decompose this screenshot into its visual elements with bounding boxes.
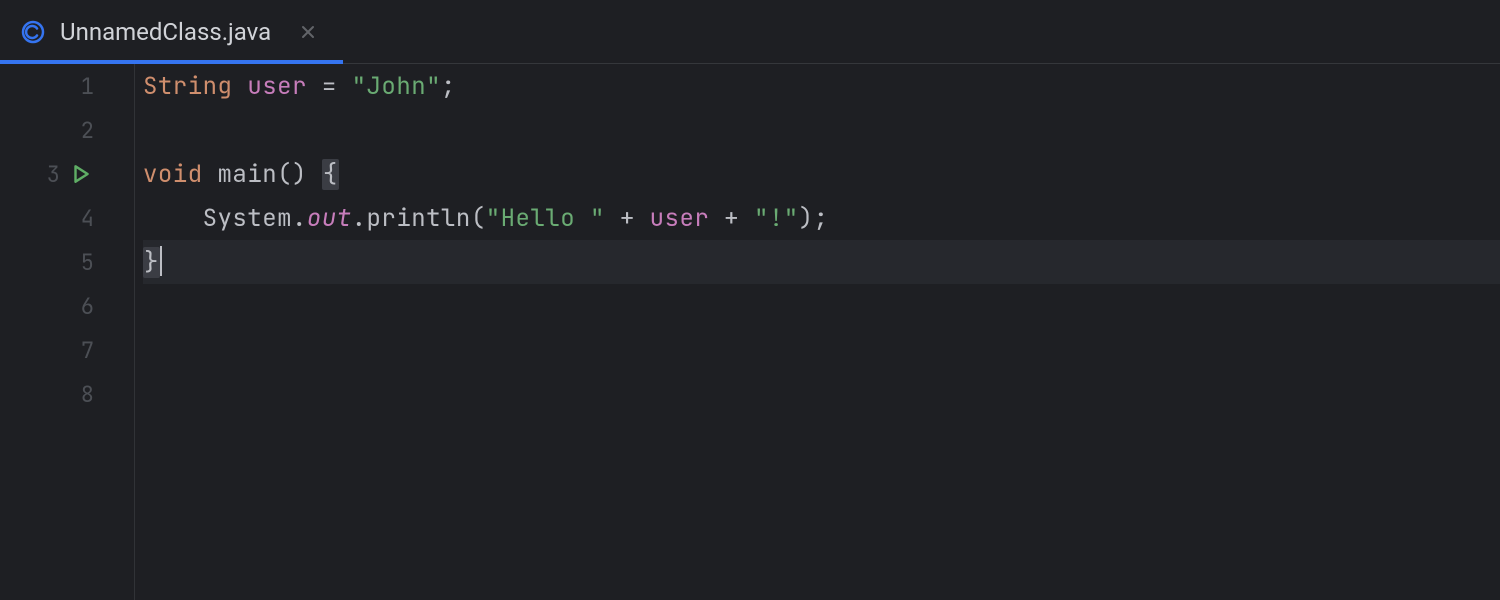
code-line[interactable]: System.out.println("Hello " + user + "!"… (143, 196, 1500, 240)
code-line[interactable]: String user = "John"; (143, 64, 1500, 108)
class-file-icon (20, 19, 46, 45)
code-line[interactable] (143, 108, 1500, 152)
line-number: 5 (0, 240, 134, 284)
line-number: 2 (0, 108, 134, 152)
code-line[interactable] (143, 372, 1500, 416)
line-number: 8 (0, 372, 134, 416)
code-line[interactable] (143, 284, 1500, 328)
text-cursor (160, 246, 162, 276)
code-line[interactable] (143, 328, 1500, 372)
line-number: 7 (0, 328, 134, 372)
tab-title: UnnamedClass.java (60, 18, 271, 46)
line-number: 3 (0, 152, 134, 196)
tab-unnamedclass[interactable]: UnnamedClass.java (0, 0, 343, 63)
run-gutter-icon[interactable] (70, 163, 92, 185)
line-number: 6 (0, 284, 134, 328)
code-line[interactable]: } (143, 240, 1500, 284)
gutter: 1 2 3 4 5 6 7 8 (0, 64, 135, 600)
tab-bar: UnnamedClass.java (0, 0, 1500, 64)
line-number: 4 (0, 196, 134, 240)
code-editor[interactable]: 1 2 3 4 5 6 7 8 String user = "John"; vo… (0, 64, 1500, 600)
close-icon[interactable] (295, 19, 321, 45)
code-line[interactable]: void main() { (143, 152, 1500, 196)
code-area[interactable]: String user = "John"; void main() { Syst… (135, 64, 1500, 600)
line-number: 1 (0, 64, 134, 108)
